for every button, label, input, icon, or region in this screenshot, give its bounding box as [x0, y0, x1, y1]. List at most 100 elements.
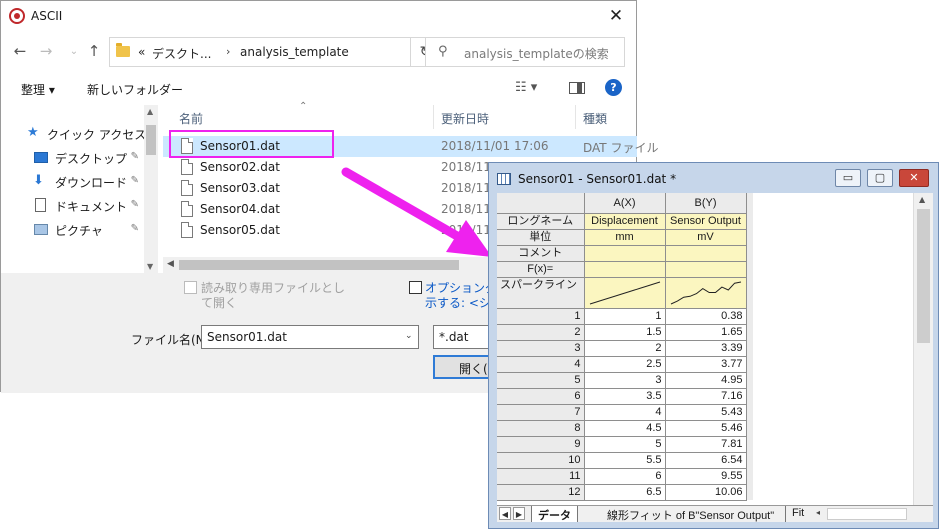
tab-linear-fit[interactable]: 線形フィット of B"Sensor Output" [601, 506, 780, 522]
help-icon[interactable]: ? [605, 79, 622, 96]
row-number[interactable]: 5 [497, 372, 585, 389]
preview-pane-icon[interactable] [569, 82, 585, 94]
forward-arrow-icon[interactable]: → [37, 42, 55, 60]
cell-b[interactable]: 10.06 [665, 484, 747, 501]
row-number[interactable]: 1 [497, 308, 585, 325]
column-header-a[interactable]: A(X) [584, 193, 666, 214]
nav-item-pictures[interactable]: ピクチャ ✎ [21, 218, 143, 240]
scroll-up-icon[interactable]: ▲ [919, 195, 925, 204]
cell-a[interactable]: 6.5 [584, 484, 666, 501]
tab-scroll-left-icon[interactable]: ◂ [811, 508, 825, 520]
row-number[interactable]: 4 [497, 356, 585, 373]
table-row[interactable]: 11 6 9.55 [497, 468, 753, 485]
cell-a[interactable]: 4.5 [584, 420, 666, 437]
address-bar[interactable]: « デスクト... › analysis_template ⌄ [109, 37, 474, 67]
tab-scrollbar[interactable] [827, 508, 907, 520]
cell-b[interactable]: 5.43 [665, 404, 747, 421]
corner-cell[interactable] [497, 193, 585, 214]
sparkline-b[interactable] [665, 277, 747, 309]
tab-prev-icon[interactable]: ◀ [499, 507, 511, 520]
row-number[interactable]: 12 [497, 484, 585, 501]
row-label-comments[interactable]: コメント [497, 245, 585, 262]
table-row[interactable]: 9 5 7.81 [497, 436, 753, 453]
cell-a[interactable]: 6 [584, 468, 666, 485]
units-b[interactable]: mV [665, 229, 747, 246]
nav-scrollbar[interactable]: ▲ ▼ [144, 105, 158, 273]
back-arrow-icon[interactable]: ← [11, 42, 29, 60]
worksheet-titlebar[interactable]: Sensor01 - Sensor01.dat * ▭ ▢ ✕ [489, 163, 938, 193]
cell-b[interactable]: 6.54 [665, 452, 747, 469]
cell-a[interactable]: 5.5 [584, 452, 666, 469]
cell-b[interactable]: 4.95 [665, 372, 747, 389]
cell-a[interactable]: 3.5 [584, 388, 666, 405]
cell-a[interactable]: 2.5 [584, 356, 666, 373]
cell-a[interactable]: 2 [584, 340, 666, 357]
worksheet-vscrollbar[interactable]: ▲ [913, 193, 933, 505]
cell-b[interactable]: 3.77 [665, 356, 747, 373]
table-row[interactable]: 6 3.5 7.16 [497, 388, 753, 405]
longname-a[interactable]: Displacement [584, 213, 666, 230]
cell-a[interactable]: 1.5 [584, 324, 666, 341]
table-row[interactable]: 3 2 3.39 [497, 340, 753, 357]
table-row[interactable]: 1 1 0.38 [497, 308, 753, 325]
up-arrow-icon[interactable]: ↑ [85, 42, 103, 60]
fx-b[interactable] [665, 261, 747, 278]
scroll-up-icon[interactable]: ▲ [147, 107, 153, 116]
minimize-icon[interactable]: ▭ [835, 169, 861, 187]
tab-fit-more[interactable]: Fit [785, 506, 810, 522]
cell-b[interactable]: 7.81 [665, 436, 747, 453]
row-label-units[interactable]: 単位 [497, 229, 585, 246]
recent-dropdown-icon[interactable]: ⌄ [65, 46, 83, 57]
units-a[interactable]: mm [584, 229, 666, 246]
nav-item-documents[interactable]: ドキュメント ✎ [21, 194, 143, 216]
cell-b[interactable]: 3.39 [665, 340, 747, 357]
comments-a[interactable] [584, 245, 666, 262]
cell-b[interactable]: 9.55 [665, 468, 747, 485]
row-number[interactable]: 8 [497, 420, 585, 437]
cell-a[interactable]: 3 [584, 372, 666, 389]
filename-dropdown-icon[interactable]: ⌄ [405, 331, 413, 341]
tab-next-icon[interactable]: ▶ [513, 507, 525, 520]
comments-b[interactable] [665, 245, 747, 262]
table-row[interactable]: 7 4 5.43 [497, 404, 753, 421]
cell-b[interactable]: 0.38 [665, 308, 747, 325]
column-separator[interactable] [433, 105, 434, 129]
table-row[interactable]: 2 1.5 1.65 [497, 324, 753, 341]
cell-a[interactable]: 4 [584, 404, 666, 421]
scroll-thumb[interactable] [917, 209, 930, 343]
row-label-sparklines[interactable]: スパークライン [497, 277, 585, 309]
readonly-checkbox[interactable] [184, 281, 197, 294]
row-number[interactable]: 6 [497, 388, 585, 405]
column-header-date[interactable]: 更新日時 [441, 105, 489, 129]
tab-data[interactable]: データ [531, 506, 578, 522]
close-icon[interactable]: ✕ [602, 4, 630, 30]
column-separator[interactable] [575, 105, 576, 129]
new-folder-button[interactable]: 新しいフォルダー [87, 81, 183, 98]
cell-b[interactable]: 1.65 [665, 324, 747, 341]
scroll-thumb[interactable] [146, 125, 156, 155]
cell-b[interactable]: 7.16 [665, 388, 747, 405]
row-number[interactable]: 2 [497, 324, 585, 341]
row-number[interactable]: 9 [497, 436, 585, 453]
address-segment-desktop[interactable]: デスクト... [152, 45, 211, 62]
table-row[interactable]: 12 6.5 10.06 [497, 484, 753, 501]
search-box[interactable]: ⚲ analysis_templateの検索 [425, 37, 625, 67]
fx-a[interactable] [584, 261, 666, 278]
close-icon[interactable]: ✕ [899, 169, 929, 187]
row-number[interactable]: 3 [497, 340, 585, 357]
organize-button[interactable]: 整理 ▾ [21, 81, 55, 98]
cell-a[interactable]: 5 [584, 436, 666, 453]
row-number[interactable]: 10 [497, 452, 585, 469]
table-row[interactable]: 5 3 4.95 [497, 372, 753, 389]
address-segment-folder[interactable]: analysis_template [240, 45, 349, 59]
row-label-fx[interactable]: F(x)= [497, 261, 585, 278]
nav-item-downloads[interactable]: ⬇ ダウンロード ✎ [21, 170, 143, 192]
maximize-icon[interactable]: ▢ [867, 169, 893, 187]
options-dialog-checkbox[interactable] [409, 281, 422, 294]
view-options-icon[interactable]: ☷ ▾ [515, 80, 537, 95]
table-row[interactable]: 4 2.5 3.77 [497, 356, 753, 373]
table-row[interactable]: 10 5.5 6.54 [497, 452, 753, 469]
scroll-down-icon[interactable]: ▼ [147, 262, 153, 271]
cell-a[interactable]: 1 [584, 308, 666, 325]
column-header-name[interactable]: 名前 [179, 105, 203, 129]
